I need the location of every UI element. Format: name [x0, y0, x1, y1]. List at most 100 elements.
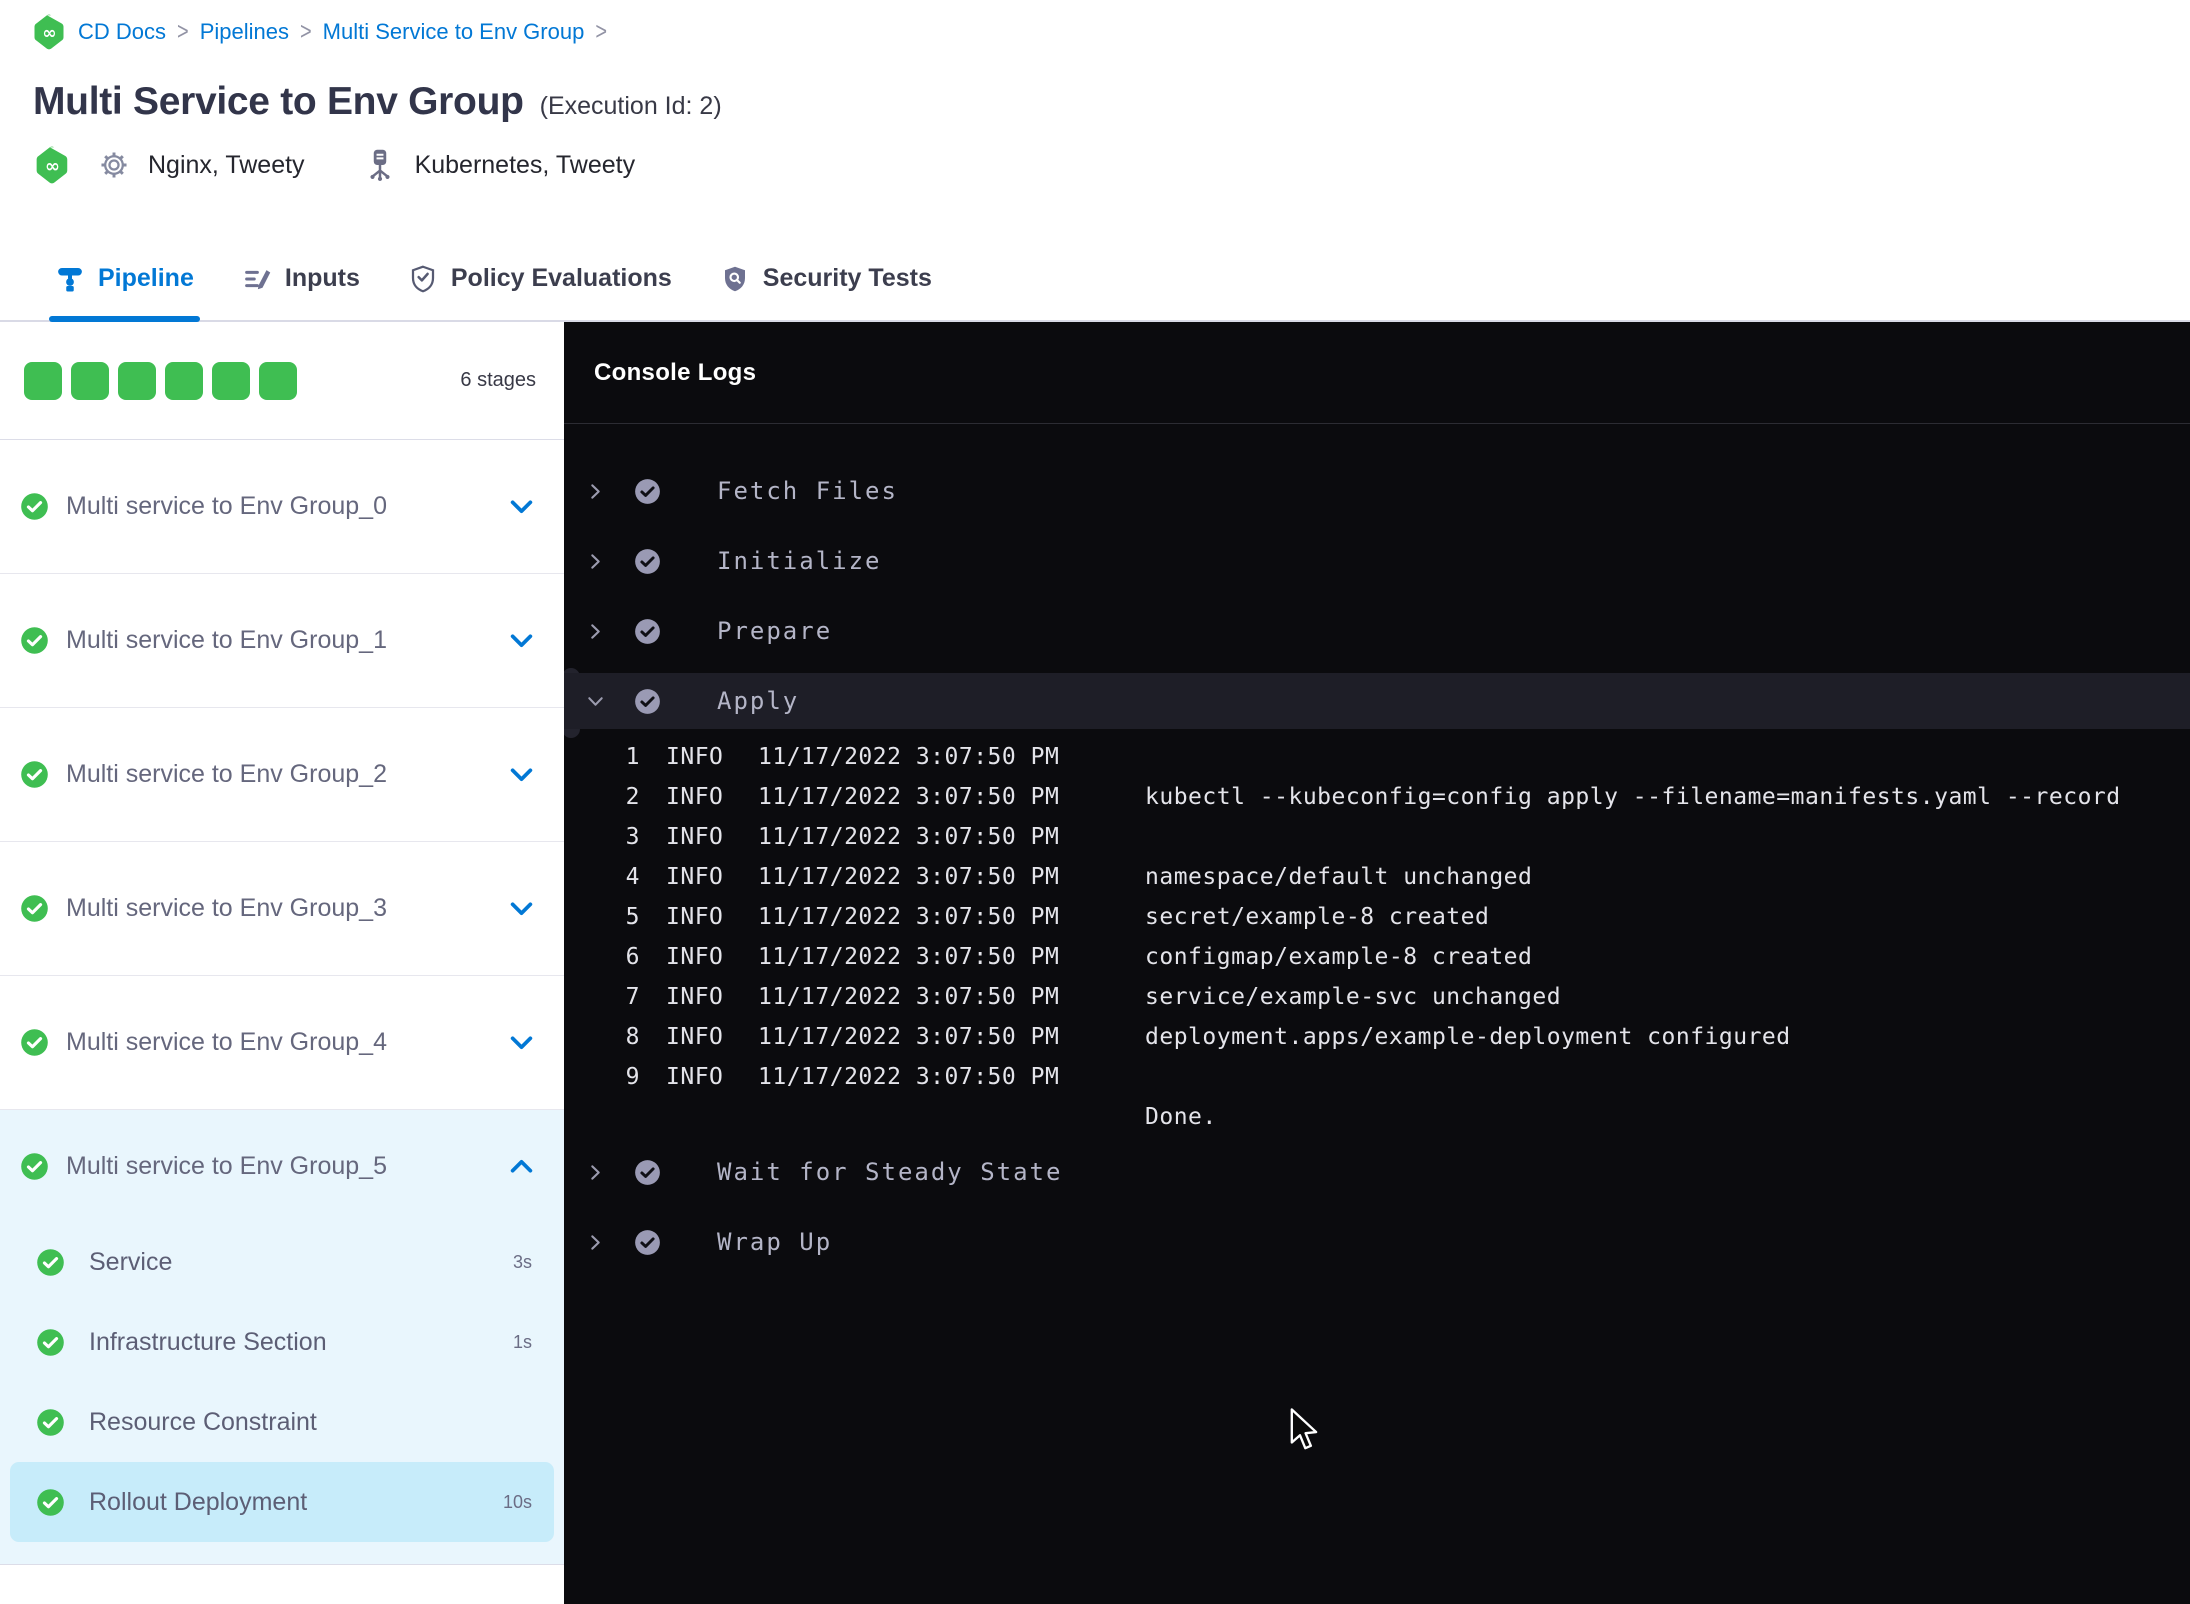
expand-chevron-icon[interactable] — [582, 623, 608, 640]
stage-step-row[interactable]: Service 3s — [0, 1222, 564, 1302]
console-logs-title: Console Logs — [594, 358, 757, 386]
step-duration: 3s — [512, 1251, 532, 1272]
success-check-icon — [20, 626, 49, 655]
log-message: Done. — [1145, 1104, 1217, 1130]
log-line-number: 8 — [625, 1024, 640, 1050]
log-line: 4 INFO 11/17/2022 3:07:50 PM namespace/defa… — [564, 857, 2190, 897]
log-level: INFO — [666, 1064, 724, 1090]
tab-label: Policy Evaluations — [450, 264, 672, 292]
stage-row[interactable]: Multi service to Env Group_1 — [0, 574, 564, 708]
stage-row[interactable]: Multi service to Env Group_2 — [0, 708, 564, 842]
svg-text:∞: ∞ — [42, 24, 56, 44]
log-level: INFO — [666, 744, 724, 770]
stage-step-row[interactable]: Infrastructure Section 1s — [0, 1302, 564, 1382]
expand-chevron-icon[interactable] — [582, 1234, 608, 1251]
services-label: Nginx, Tweety — [148, 150, 305, 179]
log-timestamp: 11/17/2022 3:07:50 PM — [758, 904, 1060, 930]
log-level: INFO — [666, 824, 724, 850]
step-label: Service — [89, 1247, 173, 1276]
log-line-number: 4 — [625, 864, 640, 890]
stage-label: Multi service to Env Group_3 — [66, 894, 387, 922]
log-timestamp: 11/17/2022 3:07:50 PM — [758, 824, 1060, 850]
log-message: configmap/example-8 created — [1145, 944, 1533, 970]
stage-label: Multi service to Env Group_0 — [66, 492, 387, 520]
stage-list: Multi service to Env Group_0 Multi servic… — [0, 440, 564, 1565]
console-step-list: Fetch Files Initialize Prepare Apply 1 INFO 11… — [564, 425, 2190, 1604]
stage-step-row[interactable]: Rollout Deployment 10s — [10, 1462, 554, 1542]
stage-row[interactable]: Multi service to Env Group_5 — [0, 1110, 564, 1222]
security-tests-tab-icon — [720, 264, 750, 294]
policy-evaluations-tab-icon — [408, 264, 438, 294]
stage-label: Multi service to Env Group_5 — [66, 1151, 387, 1180]
tab-label: Security Tests — [762, 264, 932, 292]
chevron-down-icon[interactable] — [509, 633, 534, 649]
expand-chevron-icon[interactable] — [582, 1164, 608, 1181]
console-step-row[interactable]: Wrap Up — [564, 1207, 2190, 1277]
success-check-icon — [36, 1488, 65, 1517]
log-level: INFO — [666, 944, 724, 970]
console-step-label: Wrap Up — [717, 1228, 833, 1256]
collapse-chevron-icon[interactable] — [582, 693, 608, 710]
log-timestamp: 11/17/2022 3:07:50 PM — [758, 864, 1060, 890]
tab-policy-evaluations[interactable]: Policy Evaluations — [408, 237, 672, 320]
console-step-row[interactable]: Fetch Files — [564, 456, 2190, 526]
chevron-down-icon[interactable] — [509, 499, 534, 515]
step-label: Resource Constraint — [89, 1407, 317, 1436]
chevron-down-icon[interactable] — [509, 767, 534, 783]
step-status-check-icon — [634, 618, 661, 645]
log-timestamp: 11/17/2022 3:07:50 PM — [758, 984, 1060, 1010]
stage-row[interactable]: Multi service to Env Group_0 — [0, 440, 564, 574]
expand-chevron-icon[interactable] — [582, 483, 608, 500]
log-line: 7 INFO 11/17/2022 3:07:50 PM service/exampl… — [564, 977, 2190, 1017]
harness-cd-logo-icon: ∞ — [34, 14, 66, 50]
console-step-row[interactable]: Apply — [564, 673, 2190, 729]
pipeline-execution-page: ∞ CD Docs > Pipelines > Multi Service to Env… — [0, 0, 2190, 1604]
log-timestamp: 11/17/2022 3:07:50 PM — [758, 1024, 1060, 1050]
tab-security-tests[interactable]: Security Tests — [720, 237, 932, 320]
stage-row[interactable]: Multi service to Env Group_4 — [0, 976, 564, 1110]
page-title: Multi Service to Env Group — [33, 80, 524, 123]
inputs-tab-icon — [242, 264, 272, 294]
tab-pipeline[interactable]: Pipeline — [49, 237, 200, 322]
step-status-check-icon — [634, 478, 661, 505]
cd-module-icon: ∞ — [36, 146, 70, 184]
log-line: 2 INFO 11/17/2022 3:07:50 PM kubectl --kube… — [564, 777, 2190, 817]
log-timestamp: 11/17/2022 3:07:50 PM — [758, 744, 1060, 770]
console-step-row[interactable]: Prepare — [564, 596, 2190, 666]
breadcrumb-link[interactable]: Pipelines — [200, 19, 289, 45]
expand-chevron-icon[interactable] — [582, 553, 608, 570]
svg-text:∞: ∞ — [45, 156, 60, 177]
chevron-up-icon[interactable] — [509, 1158, 534, 1174]
stage-success-square — [24, 361, 62, 400]
log-line-number: 7 — [625, 984, 640, 1010]
breadcrumb-link[interactable]: Multi Service to Env Group — [323, 19, 585, 45]
log-message: secret/example-8 created — [1145, 904, 1490, 930]
log-timestamp: 11/17/2022 3:07:50 PM — [758, 944, 1060, 970]
step-label: Infrastructure Section — [89, 1327, 327, 1356]
expanded-stage-group: Multi service to Env Group_5 Service 3s Inf… — [0, 1110, 564, 1565]
tab-inputs[interactable]: Inputs — [242, 237, 360, 320]
console-logs-panel: Console Logs Fetch Files Initialize Prepar… — [564, 322, 2190, 1604]
stage-sidebar: 6 stages Multi service to Env Group_0 Mul… — [0, 322, 564, 1604]
success-check-icon — [20, 894, 49, 923]
log-line: Done. — [564, 1097, 2190, 1137]
stage-step-row[interactable]: Resource Constraint — [0, 1382, 564, 1462]
log-level: INFO — [666, 784, 724, 810]
console-step-label: Apply — [717, 687, 800, 715]
breadcrumb-link[interactable]: CD Docs — [78, 19, 166, 45]
stage-summary: 6 stages — [0, 322, 564, 440]
infrastructure-icon — [363, 147, 397, 183]
console-step-row[interactable]: Initialize — [564, 526, 2190, 596]
execution-id-label: (Execution Id: 2) — [539, 92, 722, 120]
chevron-down-icon[interactable] — [509, 1035, 534, 1051]
stage-progress-squares — [24, 361, 297, 400]
stage-row[interactable]: Multi service to Env Group_3 — [0, 842, 564, 976]
success-check-icon — [20, 492, 49, 521]
step-label: Rollout Deployment — [89, 1487, 308, 1516]
chevron-down-icon[interactable] — [509, 901, 534, 917]
console-step-row[interactable]: Wait for Steady State — [564, 1137, 2190, 1207]
step-duration: 1s — [512, 1331, 532, 1352]
stage-label: Multi service to Env Group_1 — [66, 626, 387, 654]
tab-label: Pipeline — [98, 264, 194, 292]
console-step-label: Fetch Files — [717, 477, 898, 505]
